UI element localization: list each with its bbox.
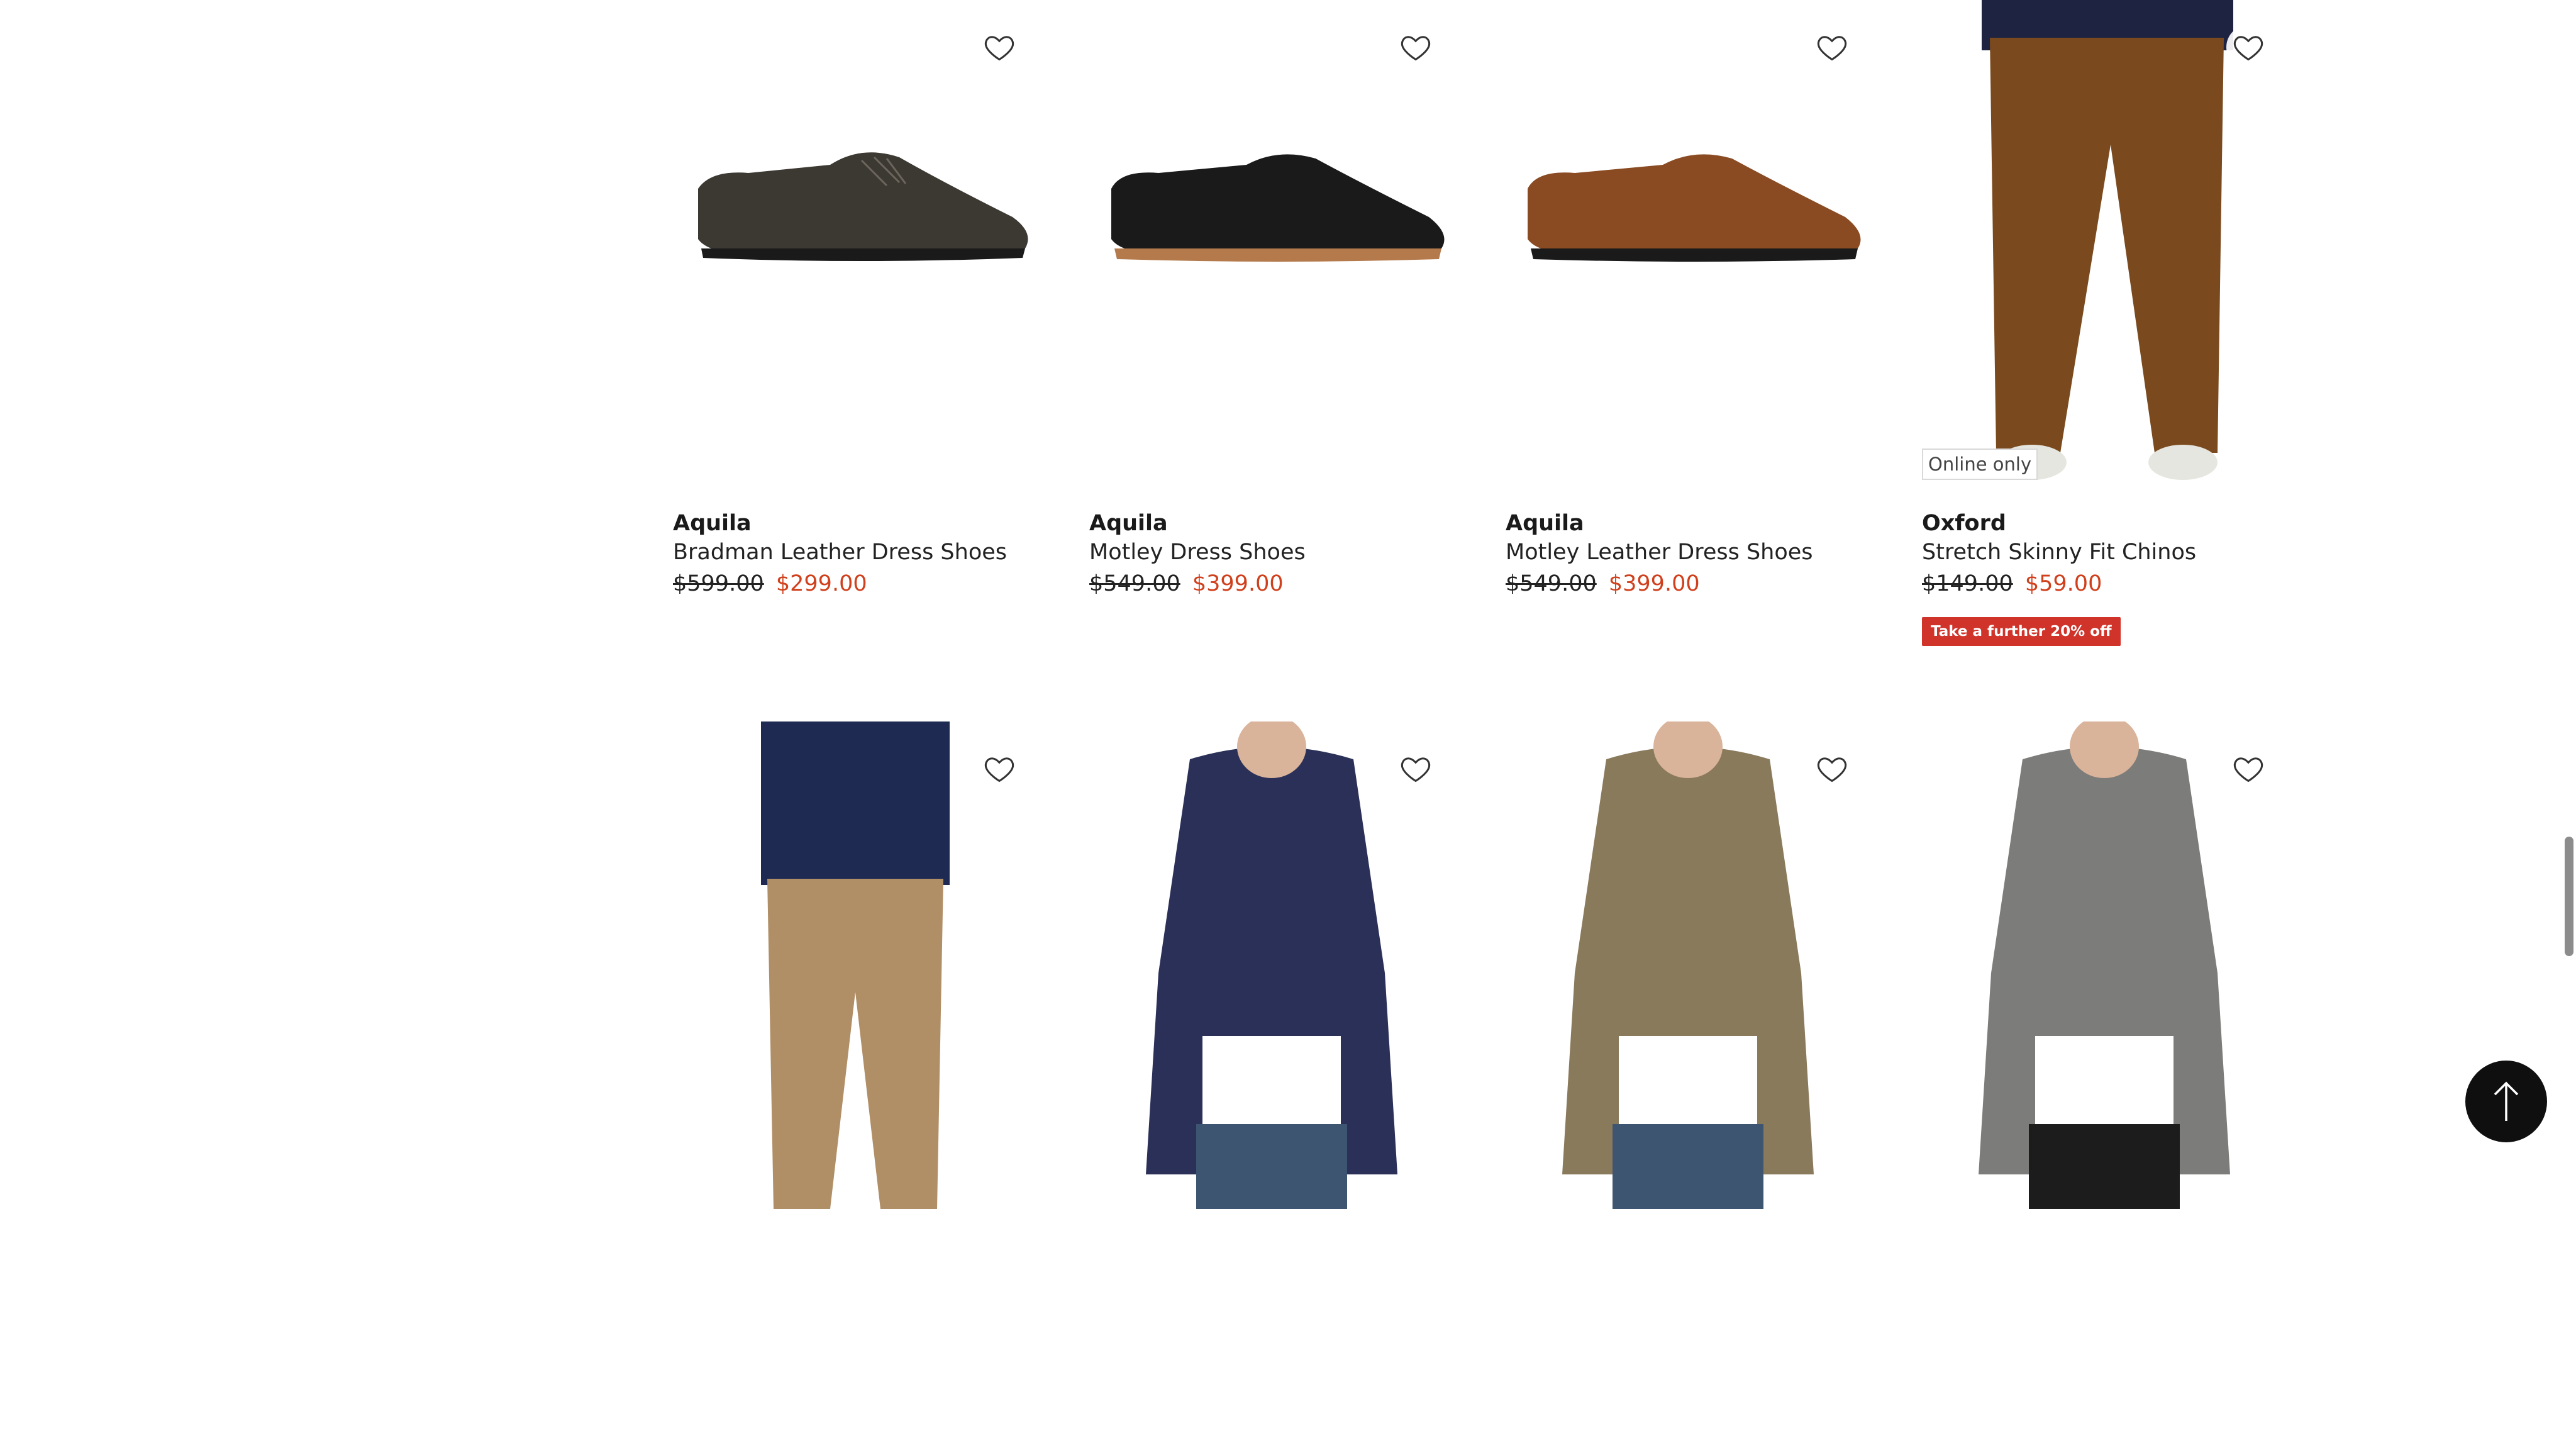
favourite-heart-icon[interactable] xyxy=(1810,747,1854,791)
favourite-heart-icon[interactable] xyxy=(1810,25,1854,69)
product-image[interactable]: Online only xyxy=(1922,0,2288,488)
product-card[interactable]: Aquila Bradman Leather Dress Shoes $599.… xyxy=(673,0,1039,722)
product-info[interactable]: Aquila Bradman Leather Dress Shoes $599.… xyxy=(673,488,1039,601)
arrow-up-icon xyxy=(2494,1081,2519,1121)
chinos-image xyxy=(1982,0,2233,480)
product-card[interactable] xyxy=(1506,722,1872,1443)
favourite-heart-icon[interactable] xyxy=(1394,25,1438,69)
product-card[interactable] xyxy=(1922,722,2288,1443)
product-image[interactable] xyxy=(1922,722,2288,1209)
product-info[interactable]: Aquila Motley Dress Shoes $549.00 $399.0… xyxy=(1089,488,1455,601)
price-row: $549.00 $399.00 xyxy=(1506,567,1872,601)
scroll-to-top-button[interactable] xyxy=(2465,1061,2547,1142)
original-price: $599.00 xyxy=(673,571,764,596)
product-brand[interactable]: Aquila xyxy=(1089,509,1455,538)
shoe-image xyxy=(1528,154,1861,262)
shoe-image xyxy=(698,152,1028,261)
tee-image xyxy=(1979,722,2230,1209)
price-row: $149.00 $59.00 xyxy=(1922,567,2288,601)
favourite-heart-icon[interactable] xyxy=(1394,747,1438,791)
promo-badge: Take a further 20% off xyxy=(1922,617,2121,646)
favourite-heart-icon[interactable] xyxy=(977,747,1021,791)
chinos-image xyxy=(761,722,950,1209)
original-price: $549.00 xyxy=(1089,571,1180,596)
product-brand[interactable]: Aquila xyxy=(673,509,1039,538)
product-brand[interactable]: Aquila xyxy=(1506,509,1872,538)
product-info[interactable]: Oxford Stretch Skinny Fit Chinos $149.00… xyxy=(1922,488,2288,646)
product-card[interactable] xyxy=(1089,722,1455,1443)
product-image[interactable] xyxy=(1506,0,1872,488)
product-card[interactable]: Aquila Motley Leather Dress Shoes $549.0… xyxy=(1506,0,1872,722)
price-row: $599.00 $299.00 xyxy=(673,567,1039,601)
product-brand[interactable]: Oxford xyxy=(1922,509,2288,538)
product-name[interactable]: Stretch Skinny Fit Chinos xyxy=(1922,538,2288,567)
sale-price: $59.00 xyxy=(2024,571,2102,596)
tee-image xyxy=(1146,722,1397,1209)
page-scrollbar[interactable] xyxy=(2565,837,2573,956)
product-name[interactable]: Bradman Leather Dress Shoes xyxy=(673,538,1039,567)
favourite-heart-icon[interactable] xyxy=(2226,747,2270,791)
product-image[interactable] xyxy=(673,0,1039,488)
shoe-image xyxy=(1111,154,1445,262)
product-card[interactable]: Aquila Motley Dress Shoes $549.00 $399.0… xyxy=(1089,0,1455,722)
price-row: $549.00 $399.00 xyxy=(1089,567,1455,601)
online-only-badge: Online only xyxy=(1922,448,2038,480)
product-info[interactable]: Aquila Motley Leather Dress Shoes $549.0… xyxy=(1506,488,1872,601)
product-image[interactable] xyxy=(1089,722,1455,1209)
sale-price: $399.00 xyxy=(1192,571,1284,596)
original-price: $549.00 xyxy=(1506,571,1597,596)
product-image[interactable] xyxy=(1506,722,1872,1209)
product-name[interactable]: Motley Dress Shoes xyxy=(1089,538,1455,567)
product-name[interactable]: Motley Leather Dress Shoes xyxy=(1506,538,1872,567)
tee-image xyxy=(1562,722,1814,1209)
product-image[interactable] xyxy=(1089,0,1455,488)
product-card[interactable]: Online only Oxford Stretch Skinny Fit Ch… xyxy=(1922,0,2288,722)
favourite-heart-icon[interactable] xyxy=(2226,25,2270,69)
sale-price: $299.00 xyxy=(775,571,867,596)
product-card[interactable] xyxy=(673,722,1039,1443)
sale-price: $399.00 xyxy=(1608,571,1700,596)
favourite-heart-icon[interactable] xyxy=(977,25,1021,69)
product-image[interactable] xyxy=(673,722,1039,1209)
original-price: $149.00 xyxy=(1922,571,2013,596)
product-grid: Aquila Bradman Leather Dress Shoes $599.… xyxy=(673,0,2288,1443)
